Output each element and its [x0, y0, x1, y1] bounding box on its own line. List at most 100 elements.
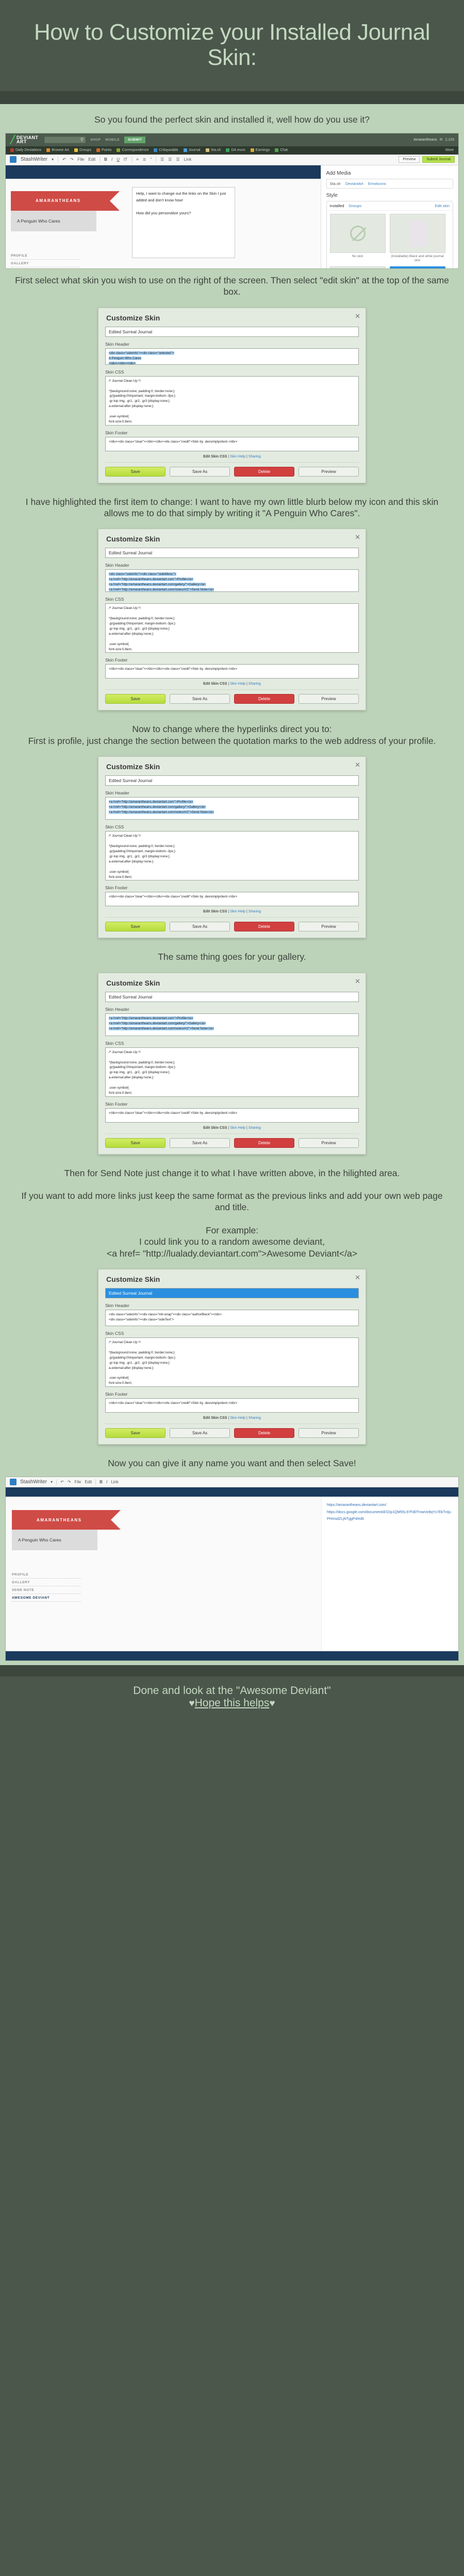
skin-help-link[interactable]: Skin Help — [230, 455, 245, 459]
sharing-link[interactable]: Sharing — [248, 455, 261, 459]
menu-item-daily-deviations[interactable]: Daily Deviations — [10, 148, 41, 152]
preview-button[interactable]: Preview — [299, 466, 359, 477]
close-icon[interactable]: ✕ — [355, 977, 360, 986]
menu-item-damuro[interactable]: DA muro — [226, 148, 245, 152]
sharing-link[interactable]: Sharing — [248, 1126, 261, 1130]
skin-css-textarea[interactable]: /* Journal Clean-Up */ *{background:none… — [105, 376, 359, 426]
sharing-link[interactable]: Sharing — [248, 1416, 261, 1420]
skin-help-link[interactable]: Skin Help — [230, 1416, 245, 1420]
edit-skin-css-link[interactable]: Edit Skin CSS — [203, 682, 227, 686]
edit-skin-css-link[interactable]: Edit Skin CSS — [203, 455, 227, 459]
save-as-button[interactable]: Save As — [170, 694, 230, 704]
preview-button[interactable]: Preview — [299, 1428, 359, 1438]
link-button[interactable]: Link — [111, 1480, 119, 1484]
preview-button[interactable]: Preview — [299, 922, 359, 932]
skin-header-textarea[interactable]: <div class="sideInfo"><div class="mb-wra… — [105, 1310, 359, 1326]
italic-button[interactable]: I — [111, 157, 112, 162]
journal-link-gallery[interactable]: GALLERY — [11, 260, 80, 267]
menu-file[interactable]: File — [77, 157, 84, 162]
sharing-link[interactable]: Sharing — [248, 910, 261, 913]
menu-item-groups[interactable]: Groups — [74, 148, 91, 152]
tab-installed[interactable]: Installed — [330, 204, 344, 208]
menu-file[interactable]: File — [74, 1480, 81, 1484]
close-icon[interactable]: ✕ — [355, 533, 360, 541]
delete-button[interactable]: Delete — [234, 694, 294, 704]
search-input[interactable]: ⚲ — [44, 136, 86, 143]
delete-button[interactable]: Delete — [234, 922, 294, 932]
skin-footer-textarea[interactable]: </div><div class="clear"></div></div><di… — [105, 1398, 359, 1413]
edit-skin-css-link[interactable]: Edit Skin CSS — [203, 1126, 227, 1130]
journal-link-awesome-deviant[interactable]: AWESOME DEVIANT — [12, 1594, 81, 1602]
save-as-button[interactable]: Save As — [170, 1138, 230, 1148]
chevron-down-icon[interactable]: ▾ — [51, 1480, 53, 1484]
link-button[interactable]: Link — [184, 157, 192, 162]
menu-edit[interactable]: Edit — [88, 157, 95, 162]
skin-name-input[interactable]: Edited Surreal Journal — [105, 991, 359, 1002]
skin-help-link[interactable]: Skin Help — [230, 910, 245, 913]
menu-item-points[interactable]: Points — [96, 148, 111, 152]
journal-link-send-note[interactable]: SEND NOTE — [12, 1586, 81, 1595]
menu-item-correspondence[interactable]: Correspondence — [117, 148, 148, 152]
skin-card-no-skin[interactable]: No skin — [329, 213, 386, 263]
numbered-list-icon[interactable]: ≣ — [143, 157, 146, 162]
menu-item-stash[interactable]: Sta.sh — [205, 148, 221, 152]
delete-button[interactable]: Delete — [234, 1428, 294, 1438]
skin-css-textarea[interactable]: /* Journal Clean-Up */ *{background:none… — [105, 1337, 359, 1387]
save-button[interactable]: Save — [105, 922, 165, 932]
italic-button[interactable]: I — [106, 1480, 107, 1484]
chevron-down-icon[interactable]: ▾ — [52, 157, 54, 162]
redo-icon[interactable]: ↷ — [68, 1480, 71, 1484]
skin-css-textarea[interactable]: /* Journal Clean-Up */ *{background:none… — [105, 831, 359, 881]
nav-shop[interactable]: SHOP — [90, 138, 101, 142]
delete-button[interactable]: Delete — [234, 466, 294, 477]
close-icon[interactable]: ✕ — [355, 761, 360, 769]
tab-deviantart[interactable]: DeviantArt — [345, 181, 363, 186]
align-center-icon[interactable]: ☰ — [168, 157, 172, 162]
url-line-2[interactable]: https://docs.google.com/document/d/1Dp1Q… — [327, 1509, 453, 1523]
skin-name-input[interactable]: Edited Surreal Journal — [105, 548, 359, 558]
submit-journal-button[interactable]: Submit Journal — [422, 156, 455, 163]
align-right-icon[interactable]: ☰ — [176, 157, 179, 162]
menu-edit[interactable]: Edit — [85, 1480, 92, 1484]
preview-button[interactable]: Preview — [399, 156, 420, 163]
skin-name-input[interactable]: Edited Surreal Journal — [105, 775, 359, 786]
close-icon[interactable]: ✕ — [355, 312, 360, 320]
undo-icon[interactable]: ↶ — [62, 157, 66, 162]
skin-css-textarea[interactable]: /* Journal Clean-Up */ *{background:none… — [105, 603, 359, 653]
skin-header-textarea[interactable]: <div class="sideInfo"><div class="sideMe… — [105, 569, 359, 592]
skin-name-input[interactable]: Edited Surreal Journal — [105, 1288, 359, 1298]
save-as-button[interactable]: Save As — [170, 466, 230, 477]
menu-item-earnings[interactable]: Earnings — [250, 148, 270, 152]
skin-footer-textarea[interactable]: </div><div class="clear"></div></div><di… — [105, 1108, 359, 1123]
text-size-button[interactable]: tT — [124, 157, 127, 162]
close-icon[interactable]: ✕ — [355, 1274, 360, 1282]
bold-button[interactable]: B — [104, 157, 107, 162]
skin-footer-textarea[interactable]: </div><div class="clear"></div></div><di… — [105, 664, 359, 679]
save-as-button[interactable]: Save As — [170, 922, 230, 932]
save-button[interactable]: Save — [105, 1428, 165, 1438]
save-button[interactable]: Save — [105, 694, 165, 704]
skin-help-link[interactable]: Skin Help — [230, 682, 245, 686]
submit-button[interactable]: SUBMIT — [124, 136, 146, 143]
deviantart-logo[interactable]: ╱ DEVIANT ART — [10, 135, 38, 144]
skin-header-textarea[interactable]: <div class="sideInfo"><div class="select… — [105, 348, 359, 365]
journal-link-profile[interactable]: PROFILE — [11, 252, 80, 260]
journal-link-gallery[interactable]: GALLERY — [12, 1579, 81, 1587]
skin-card-meow[interactable]: meow. — [329, 266, 386, 268]
tab-emoticons[interactable]: Emoticons — [368, 181, 386, 186]
skin-name-input[interactable]: Edited Surreal Journal — [105, 326, 359, 337]
nav-mobile[interactable]: MOBILE — [105, 138, 120, 142]
menu-item-chat[interactable]: Chat — [275, 148, 288, 152]
menu-item-journal[interactable]: Journal — [183, 148, 201, 152]
delete-button[interactable]: Delete — [234, 1138, 294, 1148]
edit-skin-css-link[interactable]: Edit Skin CSS — [203, 1416, 227, 1420]
skin-card-black-white[interactable]: (Installable) Black and white journal sk… — [389, 213, 445, 263]
skin-card-selected[interactable]: Preview Unavailable Edited Surreal Journ… — [389, 266, 445, 268]
save-button[interactable]: Save — [105, 1138, 165, 1148]
skin-help-link[interactable]: Skin Help — [230, 1126, 245, 1130]
tab-groups[interactable]: Groups — [349, 204, 362, 208]
menu-item-critiqueable[interactable]: Critiqueable — [154, 148, 178, 152]
edit-skin-css-link[interactable]: Edit Skin CSS — [203, 910, 227, 913]
quote-icon[interactable]: “ — [150, 157, 152, 162]
bullet-list-icon[interactable]: ≡ — [136, 157, 139, 162]
